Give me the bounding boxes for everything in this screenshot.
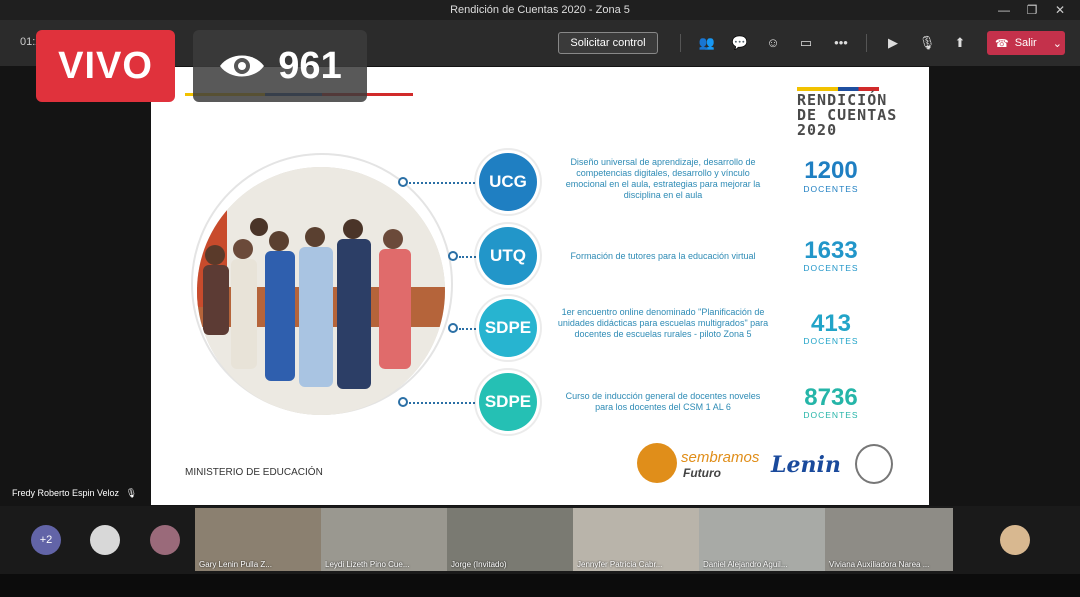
badge-sdpe: SDPE (479, 373, 537, 431)
connector-line (409, 182, 479, 184)
window-titlebar: Rendición de Cuentas 2020 - Zona 5 — ❐ ✕ (0, 0, 1080, 20)
participants-icon[interactable]: 👥 (698, 34, 716, 52)
more-participants-button[interactable]: +2 (31, 525, 61, 555)
row-description: Curso de inducción general de docentes n… (565, 391, 761, 412)
phone-hangup-icon: ☎ (995, 37, 1009, 50)
maximize-button[interactable]: ❐ (1018, 0, 1046, 20)
futuro-logo-text: Futuro (683, 466, 721, 480)
share-icon[interactable]: ⬆ (951, 34, 969, 52)
participant-name: Gary Lenin Pulla Z... (199, 560, 272, 569)
sembramos-logo-text: sembramos (681, 449, 760, 466)
connector-dot (398, 177, 408, 187)
request-control-button[interactable]: Solicitar control (558, 32, 658, 54)
connector-dot (398, 397, 408, 407)
toolbar-divider (680, 34, 681, 52)
leave-label: Salir (1014, 37, 1037, 49)
participant-tile[interactable]: Jorge (Invitado) (447, 508, 575, 571)
toolbar-divider (866, 34, 867, 52)
connector-line (459, 256, 479, 258)
participant-name: Viviana Auxiliadora Narea ... (829, 560, 930, 569)
mic-off-icon[interactable]: 🎙 (918, 34, 936, 52)
avatar[interactable] (1000, 525, 1030, 555)
live-badge: VIVO (36, 30, 175, 102)
badge-sdpe: SDPE (479, 299, 537, 357)
row-description: Diseño universal de aprendizaje, desarro… (565, 157, 761, 200)
badge-utq: UTQ (479, 227, 537, 285)
row-unit: DOCENTES (803, 263, 859, 273)
row-unit: DOCENTES (803, 336, 859, 346)
row-description: 1er encuentro online denominado "Planifi… (557, 307, 769, 339)
row-number: 1633 (804, 237, 858, 264)
group-photo (197, 167, 445, 415)
participant-tile[interactable]: Gary Lenin Pulla Z... (195, 508, 323, 571)
row-number: 413 (810, 310, 852, 337)
lenin-signature-logo: Lenin (771, 452, 841, 478)
participant-tile[interactable]: Jennyfer Patricia Cabr... (573, 508, 701, 571)
slide-title: RENDICIÓN DE CUENTAS 2020 (797, 91, 898, 139)
connector-line (459, 328, 479, 330)
badge-ucg: UCG (479, 153, 537, 211)
eye-icon (220, 55, 265, 77)
avatar[interactable] (90, 525, 120, 555)
chat-icon[interactable]: 💬 (731, 34, 749, 52)
viewer-count: 961 (193, 30, 367, 102)
viewer-count-value: 961 (278, 44, 342, 87)
connector-dot (448, 251, 458, 261)
rooms-icon[interactable]: ▭ (797, 34, 815, 52)
presenter-name: Fredy Roberto Espin Veloz 🎙 (12, 488, 138, 498)
participant-name: Daniel Alejandro Aguil... (703, 560, 788, 569)
row-number: 8736 (804, 384, 858, 411)
ministry-label: MINISTERIO DE EDUCACIÓN (185, 467, 323, 478)
window-controls: — ❐ ✕ (990, 0, 1074, 20)
mic-icon: 🎙 (125, 488, 138, 498)
bottom-bar (0, 574, 1080, 597)
row-unit: DOCENTES (803, 184, 859, 194)
national-crest-icon (855, 444, 893, 484)
participant-tile[interactable]: Viviana Auxiliadora Narea ... (825, 508, 953, 571)
chevron-down-icon[interactable]: ⌄ (1053, 37, 1062, 50)
participant-tile[interactable]: Leydi Lizeth Pino Cue... (321, 508, 449, 571)
row-unit: DOCENTES (803, 410, 859, 420)
shared-slide: RENDICIÓN DE CUENTAS 2020 UCG Diseño uni… (151, 67, 929, 505)
leave-button[interactable]: ☎ Salir ⌄ (987, 31, 1065, 55)
row-description: Formación de tutores para la educación v… (570, 251, 756, 261)
participant-name: Leydi Lizeth Pino Cue... (325, 560, 410, 569)
reactions-icon[interactable]: ☺ (764, 34, 782, 52)
participant-name: Jorge (Invitado) (451, 560, 507, 569)
avatar[interactable] (150, 525, 180, 555)
close-button[interactable]: ✕ (1046, 0, 1074, 20)
more-icon[interactable]: ••• (832, 34, 850, 52)
connector-dot (448, 323, 458, 333)
minimize-button[interactable]: — (990, 0, 1018, 20)
tree-logo-icon (637, 443, 677, 483)
connector-line (409, 402, 479, 404)
participant-tile[interactable]: Daniel Alejandro Aguil... (699, 508, 827, 571)
participant-name: Jennyfer Patricia Cabr... (577, 560, 663, 569)
row-number: 1200 (804, 157, 858, 184)
camera-off-icon[interactable]: ▶ (884, 34, 902, 52)
window-title: Rendición de Cuentas 2020 - Zona 5 (450, 4, 630, 16)
